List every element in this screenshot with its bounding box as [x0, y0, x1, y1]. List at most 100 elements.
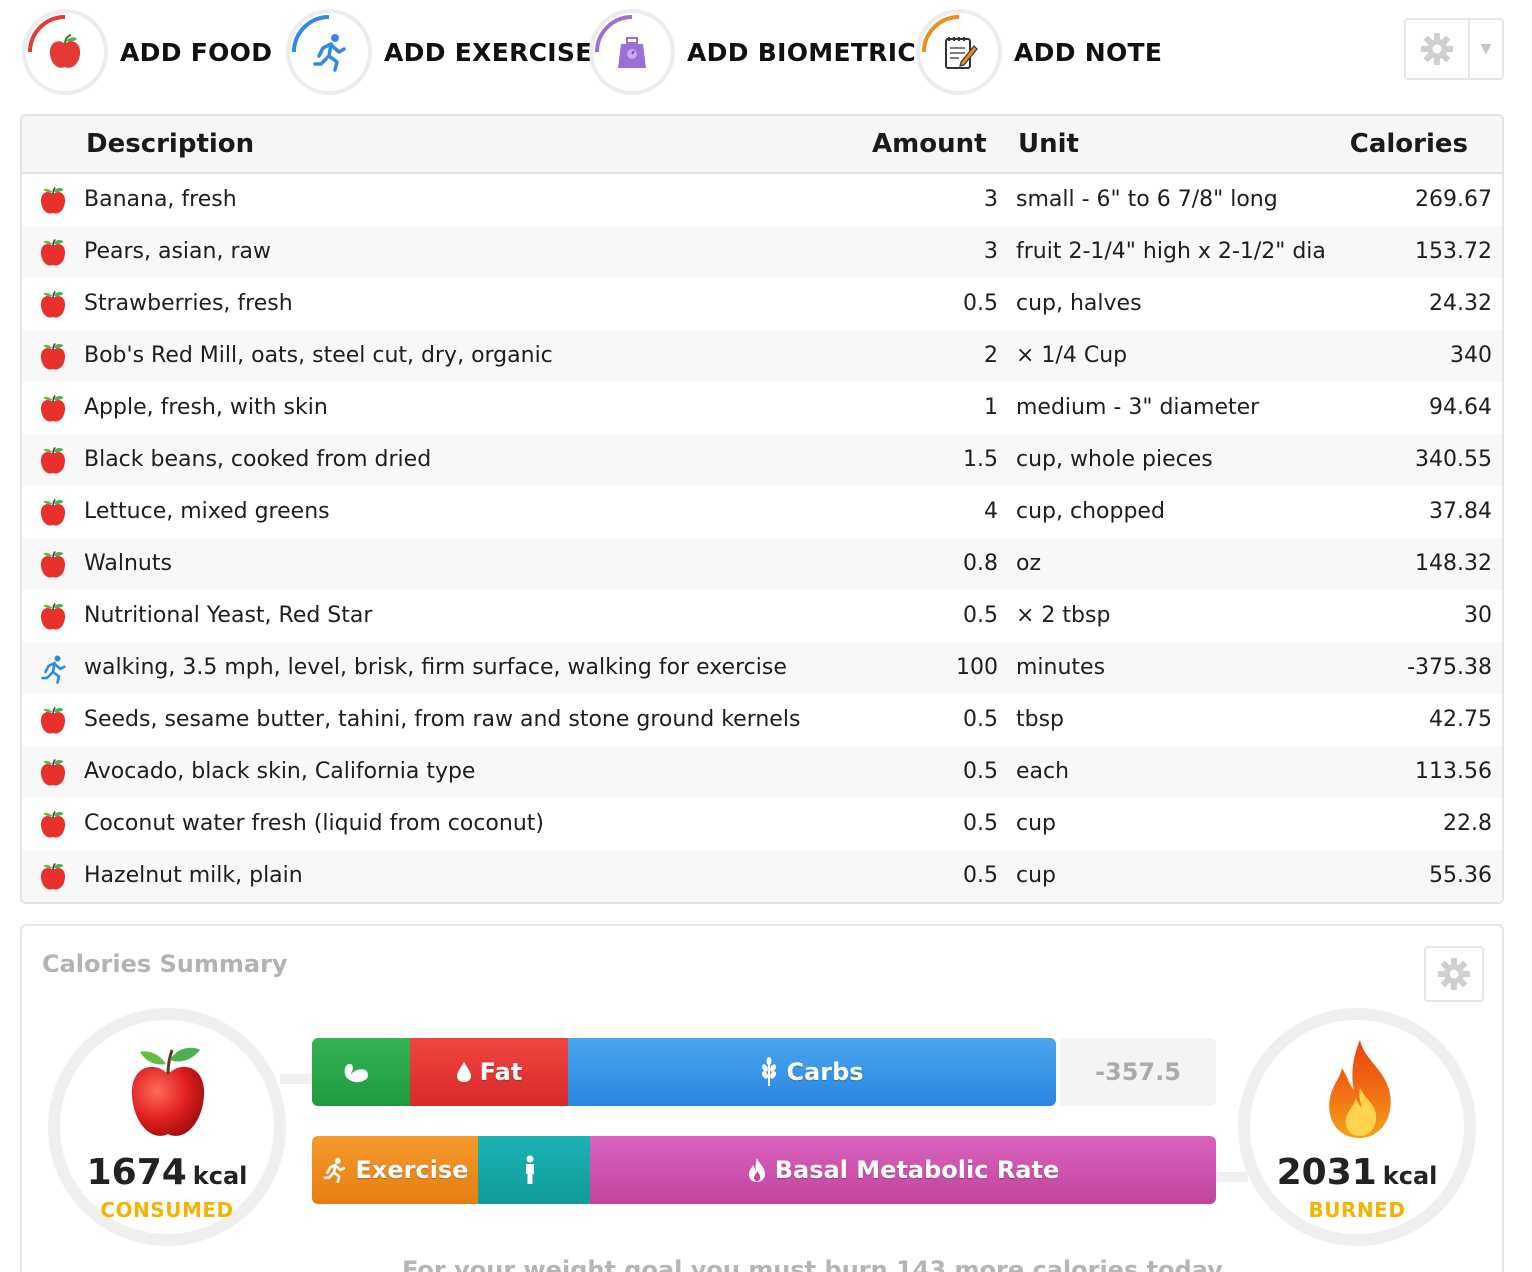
row-description: Coconut water fresh (liquid from coconut…: [84, 811, 544, 836]
row-unit: medium - 3" diameter: [1016, 395, 1260, 420]
add-exercise-button[interactable]: ADD EXERCISE: [286, 8, 593, 96]
add-biometric-button[interactable]: ADD BIOMETRIC: [589, 8, 916, 96]
apple-icon: [36, 756, 70, 790]
table-row[interactable]: Coconut water fresh (liquid from coconut…: [22, 798, 1502, 850]
row-calories: 340: [1450, 343, 1492, 368]
fat-label: Fat: [479, 1058, 523, 1086]
row-amount: 0.5: [963, 759, 998, 784]
apple-icon: [36, 288, 70, 322]
row-unit: each: [1016, 759, 1070, 784]
row-calories: 113.56: [1415, 759, 1492, 784]
row-unit: cup: [1016, 811, 1057, 836]
row-unit: cup, whole pieces: [1016, 447, 1213, 472]
row-description: Seeds, sesame butter, tahini, from raw a…: [84, 707, 801, 732]
table-row[interactable]: Bob's Red Mill, oats, steel cut, dry, or…: [22, 330, 1502, 382]
bmr-segment[interactable]: Basal Metabolic Rate: [590, 1136, 1216, 1204]
exercise-label: Exercise: [355, 1156, 469, 1184]
add-note-circle: [916, 9, 1002, 95]
row-unit: cup, halves: [1016, 291, 1142, 316]
diary-table: Description Amount Unit Calories Banana,…: [20, 114, 1504, 904]
row-amount: 0.5: [963, 707, 998, 732]
row-amount: 1.5: [963, 447, 998, 472]
row-amount: 0.5: [963, 811, 998, 836]
progress-arc: [292, 15, 330, 53]
row-unit: fruit 2-1/4" high x 2-1/2" dia: [1016, 239, 1326, 264]
carbs-segment[interactable]: Carbs: [568, 1038, 1056, 1106]
row-description: Nutritional Yeast, Red Star: [84, 603, 373, 628]
muscle-icon: [344, 1063, 368, 1083]
consumed-unit: kcal: [192, 1162, 248, 1190]
header-amount[interactable]: Amount: [872, 129, 987, 159]
header-unit[interactable]: Unit: [1018, 129, 1079, 159]
progress-arc: [595, 15, 633, 53]
drop-icon: [456, 1062, 471, 1082]
table-row[interactable]: Seeds, sesame butter, tahini, from raw a…: [22, 694, 1502, 746]
row-unit: × 1/4 Cup: [1016, 343, 1128, 368]
row-calories: 269.67: [1415, 187, 1492, 212]
apple-icon: [131, 1047, 205, 1136]
row-amount: 0.8: [963, 551, 998, 576]
burned-unit: kcal: [1382, 1162, 1438, 1190]
row-calories: 37.84: [1429, 499, 1492, 524]
table-row[interactable]: walking, 3.5 mph, level, brisk, firm sur…: [22, 642, 1502, 694]
row-calories: 94.64: [1429, 395, 1492, 420]
flame-icon: [748, 1158, 765, 1182]
row-unit: oz: [1016, 551, 1042, 576]
summary-settings-button[interactable]: [1424, 946, 1484, 1002]
connector-line: [280, 1074, 314, 1084]
activity-segment[interactable]: [478, 1136, 590, 1204]
table-row[interactable]: Hazelnut milk, plain 0.5 cup 55.36: [22, 850, 1502, 902]
add-food-button[interactable]: ADD FOOD: [22, 8, 272, 96]
row-calories: 55.36: [1429, 863, 1492, 888]
consumed-kcal: 1674: [86, 1152, 187, 1193]
table-row[interactable]: Lettuce, mixed greens 4 cup, chopped 37.84: [22, 486, 1502, 538]
table-row[interactable]: Apple, fresh, with skin 1 medium - 3" diam…: [22, 382, 1502, 434]
add-note-button[interactable]: ADD NOTE: [916, 8, 1162, 96]
row-amount: 0.5: [963, 603, 998, 628]
runner-icon: [324, 1157, 346, 1183]
apple-icon: [36, 184, 70, 218]
apple-icon: [36, 808, 70, 842]
burned-caption: BURNED: [1308, 1198, 1406, 1222]
gear-icon: [1421, 33, 1453, 65]
row-amount: 3: [984, 187, 998, 212]
row-unit: minutes: [1016, 655, 1106, 680]
remaining-calories: -357.5: [1060, 1038, 1216, 1106]
table-body: Banana, fresh 3 small - 6" to 6 7/8" long 2…: [22, 174, 1502, 902]
settings-dropdown[interactable]: ▼: [1404, 18, 1504, 80]
row-calories: 22.8: [1443, 811, 1492, 836]
row-calories: 24.32: [1429, 291, 1492, 316]
person-icon: [526, 1155, 534, 1184]
row-unit: cup: [1016, 863, 1057, 888]
header-calories[interactable]: Calories: [1350, 129, 1468, 159]
protein-segment[interactable]: [312, 1038, 410, 1106]
apple-icon: [36, 860, 70, 894]
table-row[interactable]: Pears, asian, raw 3 fruit 2-1/4" high x 2-…: [22, 226, 1502, 278]
table-header: Description Amount Unit Calories: [22, 116, 1502, 174]
exercise-segment[interactable]: Exercise: [312, 1136, 478, 1204]
row-amount: 0.5: [963, 863, 998, 888]
caret-down-icon[interactable]: ▼: [1470, 20, 1502, 78]
table-row[interactable]: Nutritional Yeast, Red Star 0.5 × 2 tbsp 30: [22, 590, 1502, 642]
burned-value: 2031 kcal: [1250, 1152, 1464, 1193]
table-row[interactable]: Avocado, black skin, California type 0.5 e…: [22, 746, 1502, 798]
table-row[interactable]: Walnuts 0.8 oz 148.32: [22, 538, 1502, 590]
fat-segment[interactable]: Fat: [410, 1038, 568, 1106]
table-row[interactable]: Strawberries, fresh 0.5 cup, halves 24.32: [22, 278, 1502, 330]
apple-icon: [36, 236, 70, 270]
consumed-circle: 1674 kcal CONSUMED: [48, 1008, 286, 1246]
add-note-label: ADD NOTE: [1014, 37, 1163, 67]
header-description[interactable]: Description: [86, 129, 254, 159]
wheat-icon: [762, 1057, 777, 1086]
connector-line: [1214, 1172, 1248, 1182]
row-calories: -375.38: [1407, 655, 1492, 680]
burned-kcal: 2031: [1276, 1152, 1377, 1193]
row-amount: 0.5: [963, 291, 998, 316]
settings-button[interactable]: [1406, 20, 1470, 78]
table-row[interactable]: Black beans, cooked from dried 1.5 cup, wh…: [22, 434, 1502, 486]
row-description: Bob's Red Mill, oats, steel cut, dry, or…: [84, 343, 553, 368]
apple-icon: [36, 704, 70, 738]
table-row[interactable]: Banana, fresh 3 small - 6" to 6 7/8" long 2…: [22, 174, 1502, 226]
add-food-label: ADD FOOD: [120, 37, 273, 67]
add-food-circle: [22, 9, 108, 95]
